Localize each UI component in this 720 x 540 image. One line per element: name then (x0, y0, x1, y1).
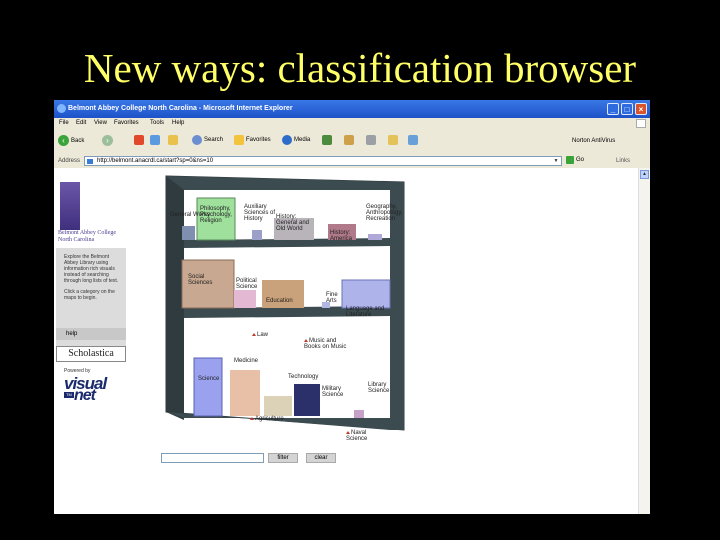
menu-edit[interactable]: Edit (76, 120, 86, 126)
toolbar: ‹ Back › Search Favorites Media Norton A… (54, 129, 650, 155)
home-button[interactable] (168, 135, 178, 145)
label-technology[interactable]: Technology (288, 374, 318, 380)
links-button[interactable]: Links (616, 158, 630, 164)
search-icon (192, 135, 202, 145)
menu-bar: File Edit View Favorites Tools Help (54, 118, 650, 129)
filter-button[interactable]: filter (268, 453, 298, 463)
label-education[interactable]: Education (266, 298, 293, 304)
close-button[interactable]: × (635, 103, 647, 115)
edit-button[interactable] (388, 135, 398, 145)
label-social-sciences[interactable]: Social Sciences (188, 274, 222, 286)
label-naval-science[interactable]: Naval Science (346, 430, 372, 442)
stop-icon (134, 135, 144, 145)
label-history-general[interactable]: History: General and Old World (276, 214, 314, 232)
menu-tools[interactable]: Tools (150, 120, 164, 126)
label-military-science[interactable]: Military Science (322, 386, 350, 398)
shelf-top (166, 176, 404, 190)
label-science[interactable]: Science (198, 376, 219, 382)
internet-explorer-icon (57, 104, 66, 113)
forward-arrow-icon: › (102, 135, 113, 146)
window-titlebar[interactable]: Belmont Abbey College North Carolina - M… (54, 100, 650, 118)
media-button[interactable]: Media (282, 135, 310, 145)
menu-help[interactable]: Help (172, 120, 184, 126)
book-auxiliary-sciences[interactable] (252, 230, 262, 240)
chevron-down-icon[interactable]: ▼ (552, 158, 560, 164)
label-language-literature[interactable]: Language and Literature (346, 306, 390, 318)
filter-input[interactable] (161, 453, 264, 463)
label-auxiliary-sciences[interactable]: Auxiliary Sciences of History (244, 204, 278, 222)
go-button[interactable]: Go (566, 156, 584, 164)
print-button[interactable] (366, 135, 376, 145)
media-icon (282, 135, 292, 145)
book-language-literature[interactable] (341, 279, 391, 309)
book-geography[interactable] (368, 234, 382, 240)
home-icon (168, 135, 178, 145)
book-science[interactable] (193, 357, 223, 417)
messenger-button[interactable] (408, 135, 418, 145)
book-political-science[interactable] (234, 290, 256, 308)
label-political-science[interactable]: Political Science (236, 278, 262, 290)
book-medicine[interactable] (230, 370, 260, 416)
book-technology[interactable] (264, 396, 292, 416)
slide-title: New ways: classification browser (83, 45, 637, 91)
book-military-science[interactable] (294, 384, 320, 416)
book-general-works[interactable] (182, 226, 195, 240)
mail-icon (344, 135, 354, 145)
menu-file[interactable]: File (59, 120, 69, 126)
minimize-button[interactable]: _ (607, 103, 619, 115)
refresh-icon (150, 135, 160, 145)
back-arrow-icon: ‹ (58, 135, 69, 146)
label-library-science[interactable]: Library Science (368, 382, 394, 394)
label-fine-arts[interactable]: Fine Arts (326, 292, 346, 304)
refresh-button[interactable] (150, 135, 160, 145)
page-content: Belmont Abbey College North Carolina Exp… (54, 168, 650, 514)
search-button[interactable]: Search (192, 135, 223, 145)
maximize-button[interactable]: □ (621, 103, 633, 115)
mail-button[interactable] (344, 135, 354, 145)
window-title: Belmont Abbey College North Carolina - M… (68, 105, 293, 112)
label-agriculture[interactable]: Agriculture (250, 416, 284, 422)
messenger-icon (408, 135, 418, 145)
back-button[interactable]: ‹ Back (58, 135, 84, 146)
menu-favorites[interactable]: Favorites (114, 120, 139, 126)
favorites-button[interactable]: Favorites (234, 135, 271, 145)
book-library-science[interactable] (354, 410, 364, 418)
page-icon (87, 159, 93, 164)
go-arrow-icon (566, 156, 574, 164)
history-button[interactable] (322, 135, 332, 145)
address-input[interactable]: http://belmont.anacrdl.ca/start?sp=0&ns=… (84, 156, 562, 166)
print-icon (366, 135, 376, 145)
label-medicine[interactable]: Medicine (234, 358, 258, 364)
address-url: http://belmont.anacrdl.ca/start?sp=0&ns=… (97, 158, 214, 164)
vertical-scrollbar[interactable]: ▲ (638, 168, 650, 514)
label-music[interactable]: Music and Books on Music (304, 338, 350, 350)
label-philosophy[interactable]: Philosophy, Psychology, Religion (200, 206, 234, 224)
label-geography[interactable]: Geography, Anthropology, Recreation (366, 204, 406, 222)
scroll-up-icon[interactable]: ▲ (640, 170, 649, 179)
star-icon (234, 135, 244, 145)
stop-button[interactable] (134, 135, 144, 145)
windows-logo-icon (636, 119, 646, 128)
address-label: Address (58, 158, 81, 164)
menu-view[interactable]: View (94, 120, 107, 126)
forward-button[interactable]: › (102, 135, 113, 146)
label-law[interactable]: Law (252, 332, 268, 338)
label-history-america[interactable]: History: America (330, 230, 356, 242)
address-bar: Address http://belmont.anacrdl.ca/start?… (54, 154, 650, 169)
norton-antivirus-button[interactable]: Norton AntiVirus (572, 138, 615, 144)
edit-icon (388, 135, 398, 145)
browser-window: Belmont Abbey College North Carolina - M… (54, 100, 650, 514)
clear-button[interactable]: clear (306, 453, 336, 463)
history-icon (322, 135, 332, 145)
